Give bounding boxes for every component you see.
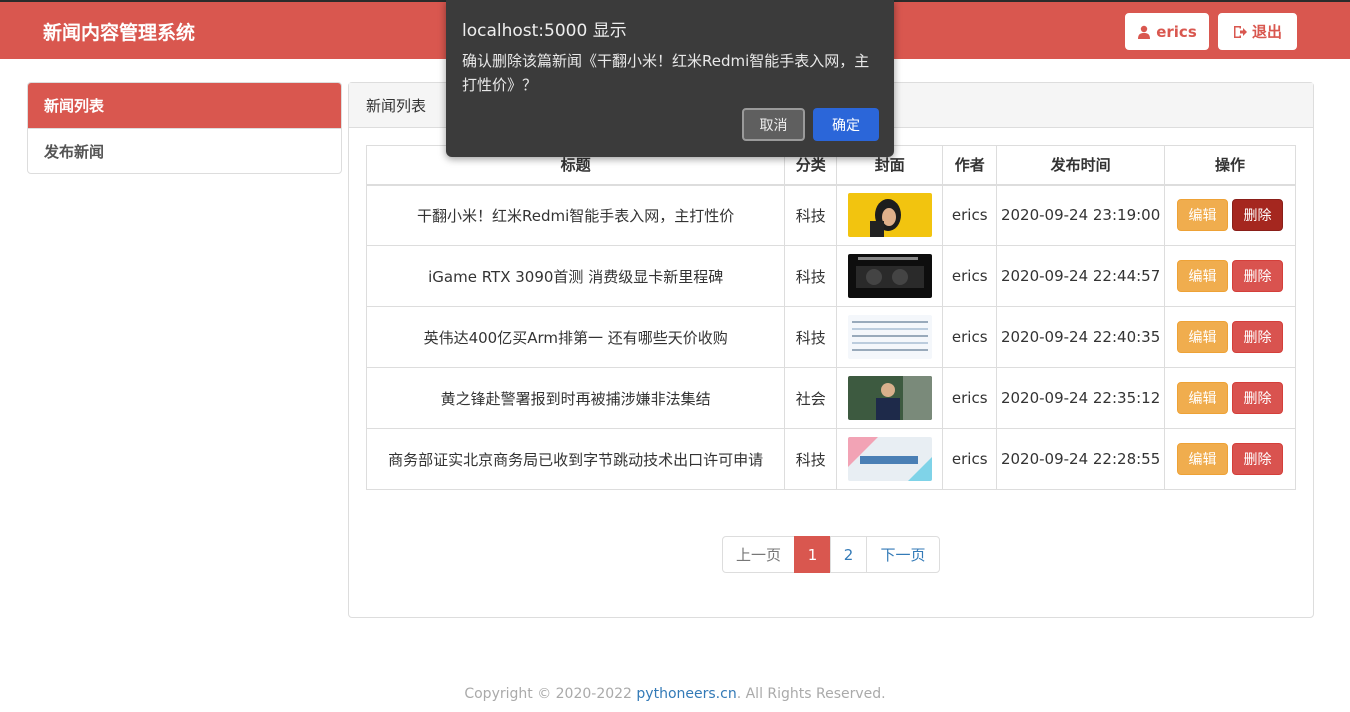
pagination: 上一页 1 2 下一页 (722, 536, 940, 573)
delete-button[interactable]: 删除 (1232, 260, 1283, 292)
cover-image (847, 437, 932, 481)
logout-button[interactable]: 退出 (1218, 13, 1297, 50)
app-title[interactable]: 新闻内容管理系统 (43, 18, 195, 45)
news-author: erics (942, 245, 998, 307)
col-actions: 操作 (1164, 145, 1296, 186)
footer-copyright: Copyright © 2020-2022 (464, 686, 637, 702)
cover-image (847, 193, 932, 238)
news-category: 社会 (784, 367, 838, 429)
cover-image (847, 376, 932, 420)
sidebar-item-news-list[interactable]: 新闻列表 (28, 83, 341, 128)
user-name: erics (1156, 22, 1197, 41)
delete-button[interactable]: 删除 (1232, 321, 1283, 353)
news-author: erics (942, 367, 998, 429)
table-row: 英伟达400亿买Arm排第一 还有哪些天价收购 科技 erics 2020-09… (365, 306, 1296, 368)
news-author: erics (942, 306, 998, 368)
news-time: 2020-09-24 23:19:00 (996, 184, 1165, 246)
table-row: 干翻小米！红米Redmi智能手表入网，主打性价 科技 erics 2020-09… (365, 184, 1296, 246)
confirm-dialog: localhost:5000 显示 确认删除该篇新闻《干翻小米！红米Redmi智… (446, 0, 894, 157)
footer: Copyright © 2020-2022 pythoneers.cn. All… (0, 686, 1350, 702)
footer-link[interactable]: pythoneers.cn (636, 686, 736, 702)
page-1-button[interactable]: 1 (794, 536, 831, 573)
dialog-message: 确认删除该篇新闻《干翻小米！红米Redmi智能手表入网，主打性价》？ (462, 52, 870, 94)
edit-button[interactable]: 编辑 (1177, 321, 1228, 353)
cancel-button[interactable]: 取消 (742, 108, 805, 141)
col-author: 作者 (942, 145, 998, 186)
user-icon (1138, 25, 1151, 39)
news-category: 科技 (784, 306, 838, 368)
news-category: 科技 (784, 428, 838, 490)
delete-button[interactable]: 删除 (1232, 382, 1283, 414)
news-author: erics (942, 428, 998, 490)
delete-button[interactable]: 删除 (1232, 443, 1283, 475)
logout-label: 退出 (1251, 23, 1282, 41)
news-title: 黄之锋赴警署报到时再被捕涉嫌非法集结 (365, 367, 786, 429)
sidebar-item-publish-news[interactable]: 发布新闻 (28, 128, 341, 173)
news-panel: 新闻列表 标题 分类 封面 作者 发布时间 操作 干翻小米！红米Redmi智能手… (348, 82, 1314, 618)
news-title: 英伟达400亿买Arm排第一 还有哪些天价收购 (365, 306, 786, 368)
news-title: 商务部证实北京商务局已收到字节跳动技术出口许可申请 (365, 428, 786, 490)
dialog-title: localhost:5000 显示 (462, 21, 627, 41)
prev-page-button[interactable]: 上一页 (722, 536, 795, 573)
user-button[interactable]: erics (1125, 13, 1209, 50)
news-category: 科技 (784, 245, 838, 307)
edit-button[interactable]: 编辑 (1177, 199, 1228, 232)
table-row: 商务部证实北京商务局已收到字节跳动技术出口许可申请 科技 erics 2020-… (365, 428, 1296, 490)
table-row: 黄之锋赴警署报到时再被捕涉嫌非法集结 社会 erics 2020-09-24 2… (365, 367, 1296, 429)
edit-button[interactable]: 编辑 (1177, 260, 1228, 292)
delete-button[interactable]: 删除 (1232, 199, 1283, 232)
news-author: erics (942, 184, 998, 246)
cover-image (847, 254, 932, 298)
news-table: 标题 分类 封面 作者 发布时间 操作 干翻小米！红米Redmi智能手表入网，主… (365, 145, 1296, 490)
confirm-button[interactable]: 确定 (813, 108, 879, 141)
logout-icon (1233, 25, 1247, 38)
table-row: iGame RTX 3090首测 消费级显卡新里程碑 科技 erics 2020… (365, 245, 1296, 307)
cover-image (847, 315, 932, 359)
news-title: iGame RTX 3090首测 消费级显卡新里程碑 (365, 245, 786, 307)
news-time: 2020-09-24 22:35:12 (996, 367, 1165, 429)
edit-button[interactable]: 编辑 (1177, 443, 1228, 475)
news-title: 干翻小米！红米Redmi智能手表入网，主打性价 (365, 184, 786, 246)
sidebar: 新闻列表 发布新闻 (27, 82, 342, 174)
edit-button[interactable]: 编辑 (1177, 382, 1228, 414)
col-time: 发布时间 (996, 145, 1165, 186)
news-time: 2020-09-24 22:28:55 (996, 428, 1165, 490)
news-category: 科技 (784, 184, 838, 246)
page-2-button[interactable]: 2 (830, 536, 867, 573)
news-time: 2020-09-24 22:44:57 (996, 245, 1165, 307)
footer-rights: . All Rights Reserved. (736, 686, 886, 702)
next-page-button[interactable]: 下一页 (866, 536, 940, 573)
news-time: 2020-09-24 22:40:35 (996, 306, 1165, 368)
